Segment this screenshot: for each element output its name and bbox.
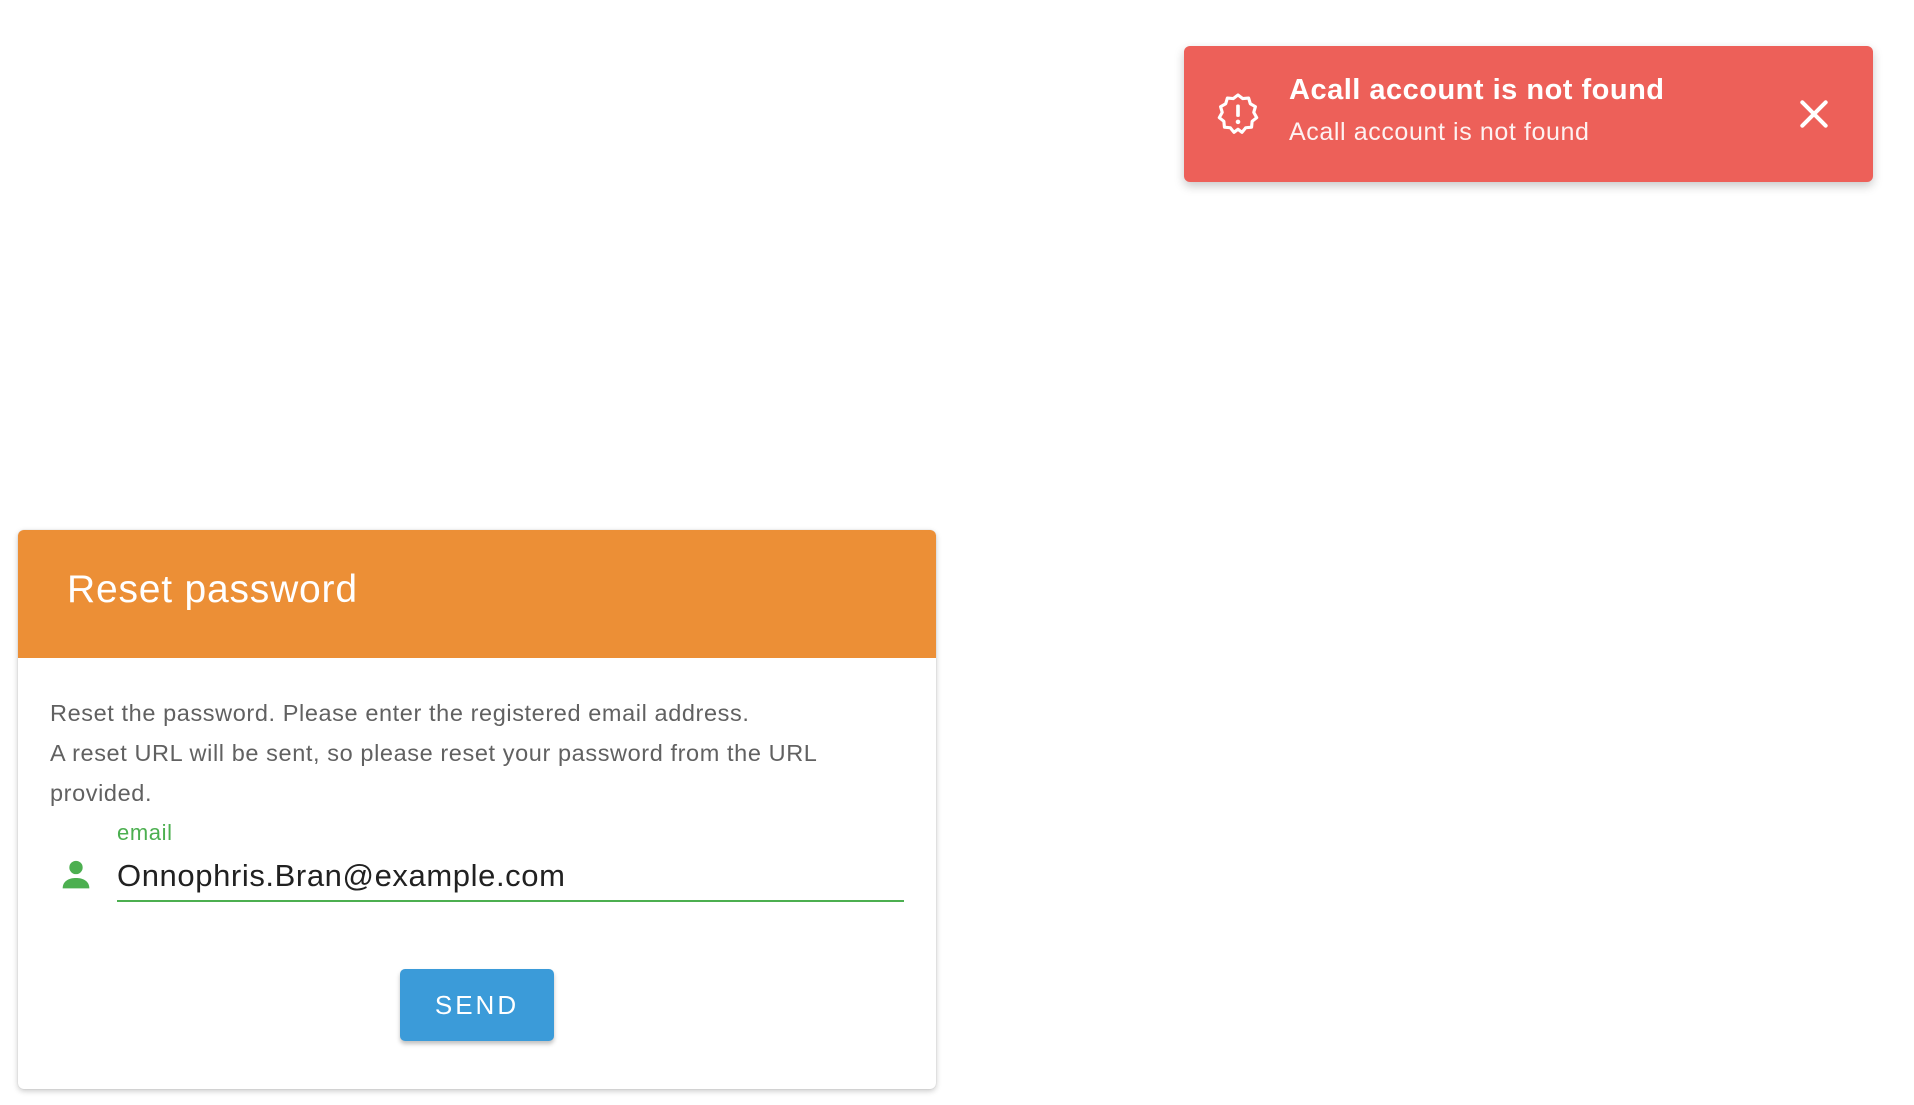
page: Acall account is not found Acall account… [0,0,1914,1105]
card-title: Reset password [67,568,358,611]
toast-title: Acall account is not found [1289,74,1665,106]
email-label: email [117,820,173,845]
card-description: Reset the password. Please enter the reg… [50,693,910,813]
email-input[interactable] [117,852,904,902]
description-line: A reset URL will be sent, so please rese… [50,740,817,806]
close-icon[interactable] [1794,94,1834,134]
toast-message: Acall account is not found [1289,118,1590,146]
card-header: Reset password [18,530,936,658]
error-toast: Acall account is not found Acall account… [1184,46,1873,182]
description-line: Reset the password. Please enter the reg… [50,700,750,726]
alert-badge-icon [1217,93,1259,134]
send-button[interactable]: SEND [400,969,554,1041]
reset-password-card: Reset password Reset the password. Pleas… [18,530,936,1089]
person-icon [62,860,90,889]
